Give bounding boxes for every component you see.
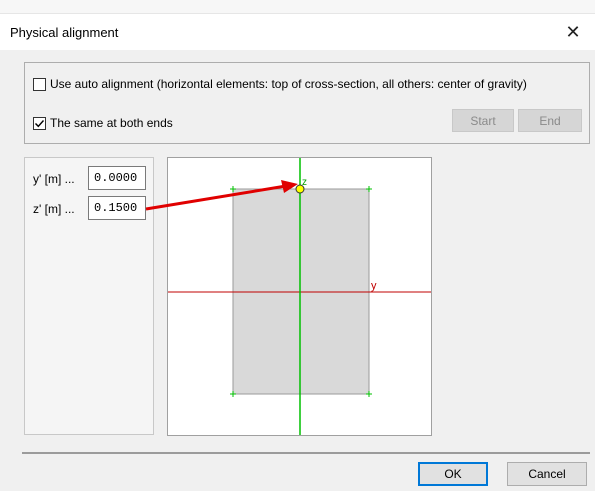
auto-alignment-label: Use auto alignment (horizontal elements:…	[50, 77, 527, 91]
z-offset-input[interactable]: 0.1500	[88, 196, 146, 220]
same-both-ends-checkbox[interactable]	[33, 116, 46, 130]
auto-alignment-checkbox[interactable]	[33, 77, 46, 91]
physical-alignment-dialog: Physical alignment ✕ Use auto alignment …	[0, 14, 595, 491]
same-both-ends-checkbox-row[interactable]: The same at both ends	[33, 116, 173, 130]
start-button[interactable]: Start	[452, 109, 514, 132]
y-offset-input[interactable]: 0.0000	[88, 166, 146, 190]
close-icon: ✕	[565, 21, 581, 42]
background-strip	[0, 0, 595, 14]
alignment-options-group: Use auto alignment (horizontal elements:…	[24, 62, 590, 144]
cancel-button[interactable]: Cancel	[507, 462, 587, 486]
same-both-ends-label: The same at both ends	[50, 116, 173, 130]
alignment-point	[295, 184, 305, 194]
checkmark-icon	[35, 119, 45, 127]
title-bar: Physical alignment ✕	[0, 14, 595, 50]
end-button[interactable]: End	[518, 109, 582, 132]
auto-alignment-checkbox-row[interactable]: Use auto alignment (horizontal elements:…	[33, 77, 527, 91]
z-offset-label: z' [m] ...	[33, 202, 75, 216]
ok-button[interactable]: OK	[418, 462, 488, 486]
cross-section-preview: y z	[167, 157, 432, 436]
footer-separator	[22, 452, 590, 454]
y-offset-label: y' [m] ...	[33, 172, 75, 186]
cross-section-drawing: y z	[168, 158, 431, 435]
offset-fields-panel: y' [m] ... 0.0000 z' [m] ... 0.1500	[24, 157, 154, 435]
close-button[interactable]: ✕	[551, 14, 595, 50]
dialog-title: Physical alignment	[10, 25, 119, 40]
y-axis-label: y	[371, 280, 377, 292]
